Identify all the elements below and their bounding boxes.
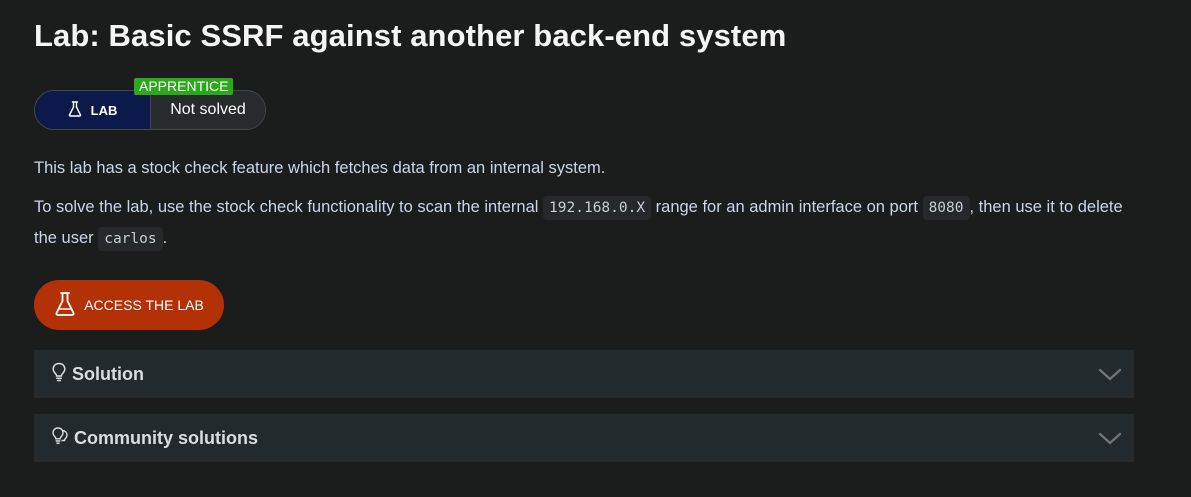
ip-range-code: 192.168.0.X	[543, 196, 652, 220]
lab-type-label: LAB	[35, 91, 151, 129]
desc-text-2: range for an admin interface on port	[651, 198, 923, 216]
lab-description-task: To solve the lab, use the stock check fu…	[34, 192, 1124, 254]
desc-text-4: .	[162, 229, 168, 247]
port-code: 8080	[922, 196, 970, 220]
access-lab-button[interactable]: ACCESS THE LAB	[34, 280, 224, 330]
lab-badge: APPRENTICE LAB Not solved	[34, 78, 266, 130]
lab-status-widget: LAB Not solved	[34, 90, 266, 130]
lightbulbs-icon	[51, 426, 69, 451]
solution-accordion[interactable]: Solution	[34, 350, 1134, 398]
chevron-down-icon	[1098, 428, 1122, 453]
username-code: carlos	[98, 227, 163, 251]
flask-icon	[68, 100, 82, 120]
lab-type-text: LAB	[90, 102, 118, 118]
chevron-down-icon	[1098, 364, 1122, 389]
status-badge: Not solved	[151, 91, 265, 129]
lab-page: Lab: Basic SSRF against another back-end…	[0, 0, 1191, 497]
lightbulb-icon	[51, 362, 67, 387]
access-lab-label: ACCESS THE LAB	[84, 297, 204, 313]
flask-icon	[54, 291, 76, 320]
community-solutions-accordion[interactable]: Community solutions	[34, 414, 1134, 462]
desc-text-1: To solve the lab, use the stock check fu…	[34, 198, 544, 216]
level-tag: APPRENTICE	[134, 78, 234, 95]
lab-description-intro: This lab has a stock check feature which…	[34, 159, 606, 177]
community-solutions-label: Community solutions	[74, 427, 258, 448]
page-title: Lab: Basic SSRF against another back-end…	[34, 18, 787, 53]
solution-label: Solution	[72, 363, 144, 384]
